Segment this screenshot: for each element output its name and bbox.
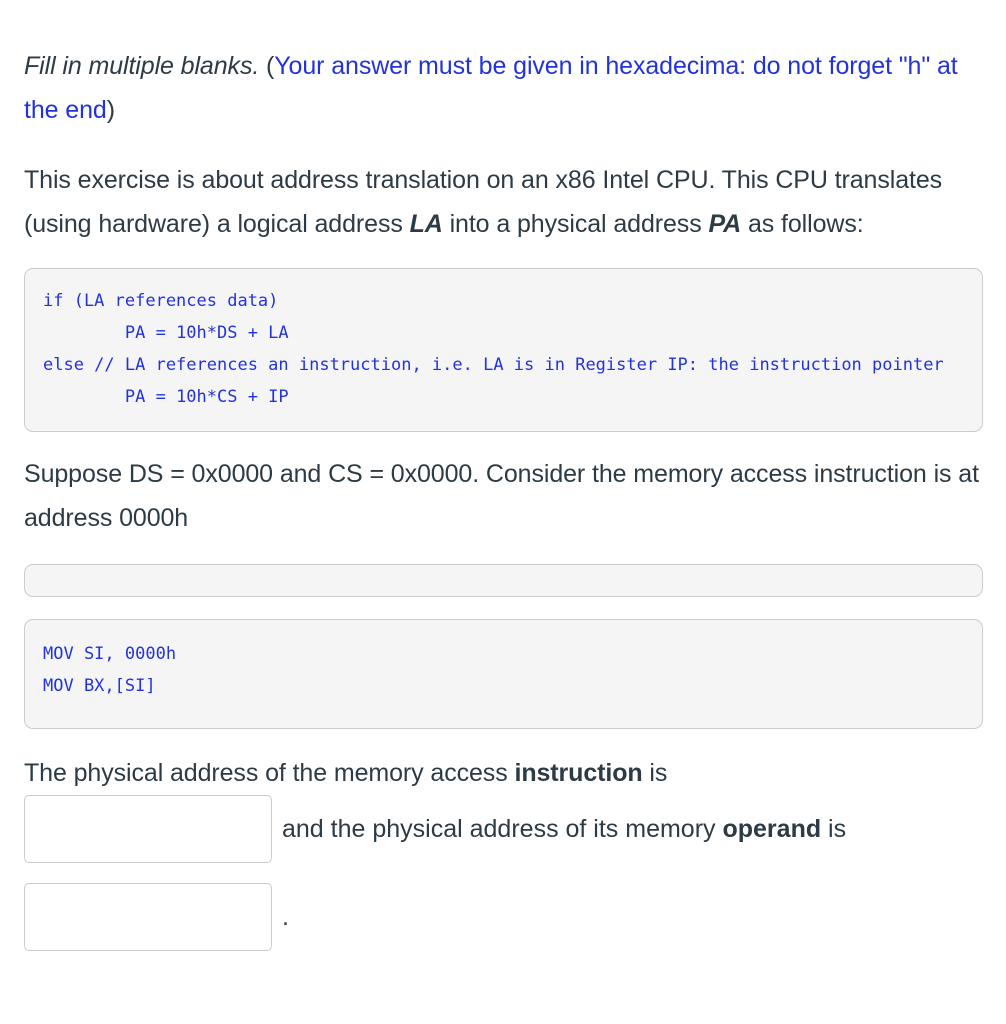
answer-middle-part-1: and the physical address of its memory — [282, 815, 723, 843]
intro-text-part-3: as follows: — [741, 210, 864, 238]
operand-address-input[interactable] — [24, 883, 272, 951]
empty-code-block — [24, 564, 983, 597]
spacer-before-translation-code — [24, 246, 982, 268]
suppose-paragraph: Suppose DS = 0x0000 and CS = 0x0000. Con… — [24, 460, 979, 532]
answer-row-instruction: and the physical address of its memory o… — [24, 795, 982, 863]
intro-text-part-2: into a physical address — [442, 210, 709, 238]
instruction-directive: Fill in multiple blanks. — [24, 52, 260, 80]
question-page: Fill in multiple blanks. (Your answer mu… — [0, 0, 1006, 951]
answer-lead-part-2: is — [642, 759, 668, 787]
answer-lead-paragraph: The physical address of the memory acces… — [24, 751, 982, 795]
answer-row-operand: . — [24, 883, 982, 951]
exercise-intro-paragraph: This exercise is about address translati… — [24, 158, 982, 246]
answer-middle-text: and the physical address of its memory o… — [282, 807, 846, 851]
spacer-after-instruction — [24, 132, 982, 158]
trailing-period: . — [282, 903, 289, 931]
physical-address-abbrev: PA — [708, 210, 742, 238]
spacer-after-translation-code — [24, 432, 982, 452]
assembly-code-block: MOV SI, 0000h MOV BX,[SI] — [24, 619, 983, 729]
address-translation-code-block: if (LA references data) PA = 10h*DS + LA… — [24, 268, 983, 432]
instruction-address-input[interactable] — [24, 795, 272, 863]
spacer-between-answer-rows — [24, 863, 982, 883]
instruction-note-open-paren: ( — [259, 52, 275, 80]
spacer-between-code-blocks — [24, 597, 982, 619]
fill-in-blanks-instruction: Fill in multiple blanks. (Your answer mu… — [24, 44, 982, 132]
spacer-before-answers — [24, 729, 982, 751]
answer-lead-part-1: The physical address of the memory acces… — [24, 759, 515, 787]
instruction-note-close-paren: ) — [106, 96, 115, 124]
answer-lead-bold-instruction: instruction — [514, 759, 643, 787]
logical-address-abbrev: LA — [409, 210, 443, 238]
answer-middle-bold-operand: operand — [722, 815, 822, 843]
spacer-before-empty-code — [24, 540, 982, 564]
answer-middle-part-2: is — [821, 815, 847, 843]
